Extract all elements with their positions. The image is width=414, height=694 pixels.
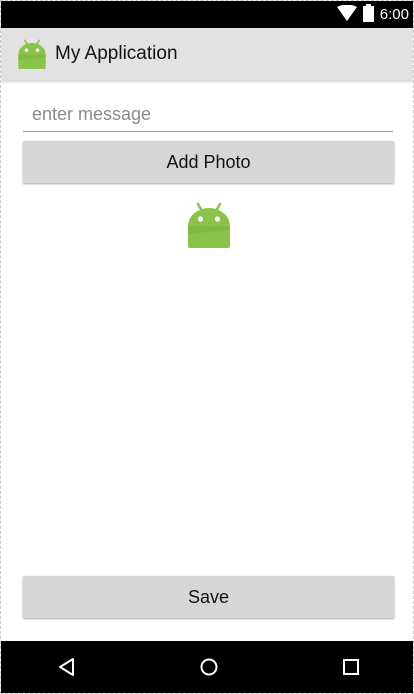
add-photo-button[interactable]: Add Photo: [23, 141, 394, 183]
app-title: My Application: [55, 43, 178, 64]
android-icon: [186, 202, 232, 252]
app-bar: My Application: [1, 28, 413, 80]
android-icon: [17, 39, 47, 69]
wifi-icon: [336, 4, 357, 26]
photo-preview: [186, 202, 232, 248]
status-time: 6:00: [379, 6, 409, 23]
home-icon[interactable]: [196, 654, 222, 680]
save-button[interactable]: Save: [23, 576, 394, 618]
message-input[interactable]: [23, 100, 393, 132]
main-content: Add Photo Save: [1, 80, 413, 641]
recent-apps-icon[interactable]: [338, 654, 364, 680]
status-bar: 6:00: [1, 1, 413, 28]
battery-icon: [362, 3, 374, 27]
back-icon[interactable]: [54, 654, 80, 680]
status-icons: 6:00: [336, 3, 409, 27]
navigation-bar: [1, 641, 413, 693]
device-screen: 6:00 My Application Add Photo: [0, 0, 414, 694]
